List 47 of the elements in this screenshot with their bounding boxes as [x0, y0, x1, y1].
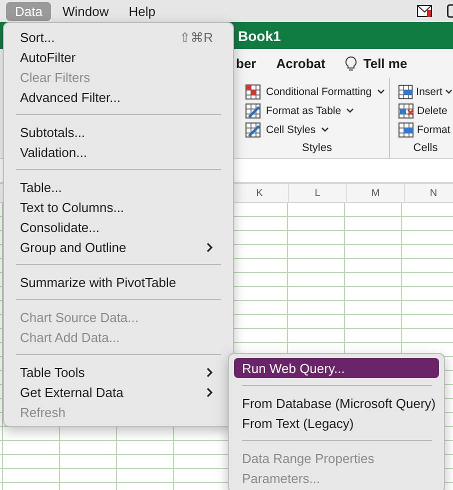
menu-item[interactable]: Validation...	[8, 142, 229, 162]
ribbon-tab[interactable]: ber	[236, 56, 256, 71]
highlighted-grid-icon	[245, 84, 261, 100]
ribbon-command[interactable]: Insert	[398, 84, 453, 100]
chevron-right-icon	[206, 386, 213, 398]
column-header: N	[404, 184, 453, 202]
menu-item[interactable]: Table...	[8, 177, 229, 197]
ribbon-command[interactable]: Cell Styles	[245, 122, 389, 138]
column-header: M	[346, 184, 404, 202]
menu-item[interactable]: From Database (Microsoft Query)	[234, 393, 439, 413]
lightbulb-icon	[345, 56, 358, 72]
menu-item[interactable]: Get External Data	[8, 382, 229, 402]
column-header: L	[288, 184, 346, 202]
ribbon-command[interactable]: Format as Table	[245, 103, 389, 119]
chevron-right-icon	[206, 366, 213, 378]
group-label: Styles	[302, 142, 332, 154]
menu-item[interactable]: Summarize with PivotTable	[8, 272, 229, 292]
menu-item[interactable]: Subtotals...	[8, 122, 229, 142]
caret-icon	[346, 108, 354, 114]
ribbon-command[interactable]: Conditional Formatting	[245, 84, 389, 100]
menu-item[interactable]: Advanced Filter...	[8, 87, 229, 107]
ribbon-tab[interactable]: Acrobat	[276, 56, 326, 71]
ribbon-command[interactable]: Delete	[398, 103, 453, 119]
tell-me-button[interactable]: Tell me	[345, 56, 408, 72]
insert-cells-icon	[398, 84, 414, 100]
menu-item[interactable]: AutoFilter	[8, 47, 229, 67]
caret-icon	[376, 89, 385, 95]
chevron-right-icon	[206, 242, 213, 252]
menu-item[interactable]: Text to Columns...	[8, 197, 229, 217]
menu-bar-item[interactable]: Help	[120, 2, 164, 20]
menu-item[interactable]: Run Web Query...	[234, 358, 439, 378]
menu-bar-item[interactable]: Window	[53, 2, 118, 20]
delete-cells-icon	[398, 103, 414, 119]
menu-item[interactable]: Table Tools	[8, 362, 229, 382]
ribbon-command[interactable]: Format	[398, 122, 453, 138]
menu-item[interactable]: Sort... ⇧⌘R	[8, 27, 229, 47]
menu-item[interactable]: From Text (Legacy)	[234, 413, 439, 433]
mail-icon[interactable]	[417, 4, 433, 18]
group-label: Cells	[413, 142, 438, 154]
grid-icon	[398, 122, 414, 138]
menu-item[interactable]: Group and Outline	[8, 237, 229, 257]
brush-grid-icon	[245, 122, 261, 138]
caret-icon	[320, 127, 329, 133]
menu-item[interactable]: Consolidate...	[8, 217, 229, 237]
window-title: Book1	[238, 28, 281, 44]
caret-icon	[445, 89, 453, 95]
grid-icon	[245, 103, 261, 119]
